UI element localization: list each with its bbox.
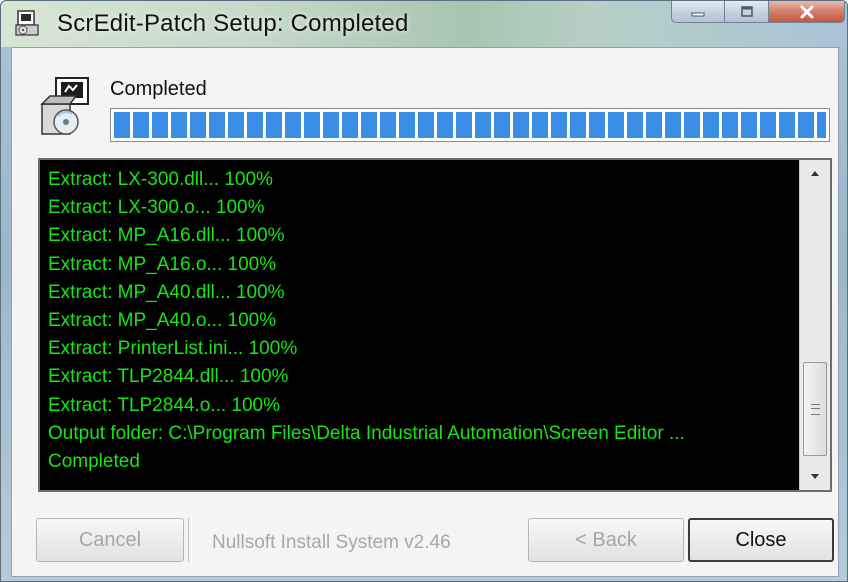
log-line: Extract: MP_A16.o... 100% — [48, 253, 277, 275]
chevron-down-icon — [811, 474, 819, 479]
log-lines: Extract: LX-300.dll... 100% Extract: LX-3… — [48, 166, 796, 476]
caption-buttons — [671, 1, 845, 25]
scroll-down-button[interactable] — [800, 464, 830, 490]
log-line: Output folder: C:\Program Files\Delta In… — [48, 422, 685, 444]
log-line: Extract: LX-300.dll... 100% — [48, 169, 273, 190]
back-button[interactable]: < Back — [528, 518, 684, 562]
installer-window: ScrEdit-Patch Setup: Completed Completed… — [0, 0, 848, 582]
log-scrollbar[interactable] — [799, 160, 830, 490]
window-title: ScrEdit-Patch Setup: Completed — [57, 10, 409, 37]
installer-icon — [15, 10, 39, 36]
install-log[interactable]: Extract: LX-300.dll... 100% Extract: LX-3… — [38, 158, 832, 492]
log-line: Extract: MP_A16.dll... 100% — [48, 225, 285, 247]
chevron-up-icon — [811, 171, 819, 176]
scroll-thumb[interactable] — [803, 362, 827, 456]
progress-bar — [110, 108, 830, 142]
progress-fill — [114, 112, 826, 138]
footer-divider — [188, 518, 192, 562]
close-button[interactable]: Close — [688, 518, 834, 562]
log-line: Extract: MP_A40.dll... 100% — [48, 281, 285, 303]
log-line: Extract: TLP2844.o... 100% — [48, 394, 281, 416]
status-label: Completed — [110, 78, 207, 100]
minimize-button[interactable] — [671, 1, 725, 23]
log-line: Extract: TLP2844.dll... 100% — [48, 366, 289, 388]
close-window-button[interactable] — [769, 1, 845, 23]
close-icon — [800, 5, 813, 18]
minimize-icon — [691, 12, 705, 16]
cancel-button[interactable]: Cancel — [36, 518, 184, 562]
scroll-up-button[interactable] — [800, 160, 830, 186]
grip-icon — [810, 403, 820, 415]
log-line: Completed — [48, 451, 140, 473]
log-line: Extract: PrinterList.ini... 100% — [48, 338, 298, 360]
title-bar[interactable]: ScrEdit-Patch Setup: Completed — [1, 1, 847, 47]
log-line: Extract: MP_A40.o... 100% — [48, 310, 277, 332]
setup-package-icon — [40, 77, 89, 135]
log-line: Extract: LX-300.o... 100% — [48, 197, 265, 219]
installer-content: Completed Extract: LX-300.dll... 100% Ext… — [11, 47, 839, 577]
maximize-icon — [740, 5, 753, 17]
maximize-button[interactable] — [725, 1, 769, 23]
branding-text: Nullsoft Install System v2.46 — [212, 532, 451, 553]
